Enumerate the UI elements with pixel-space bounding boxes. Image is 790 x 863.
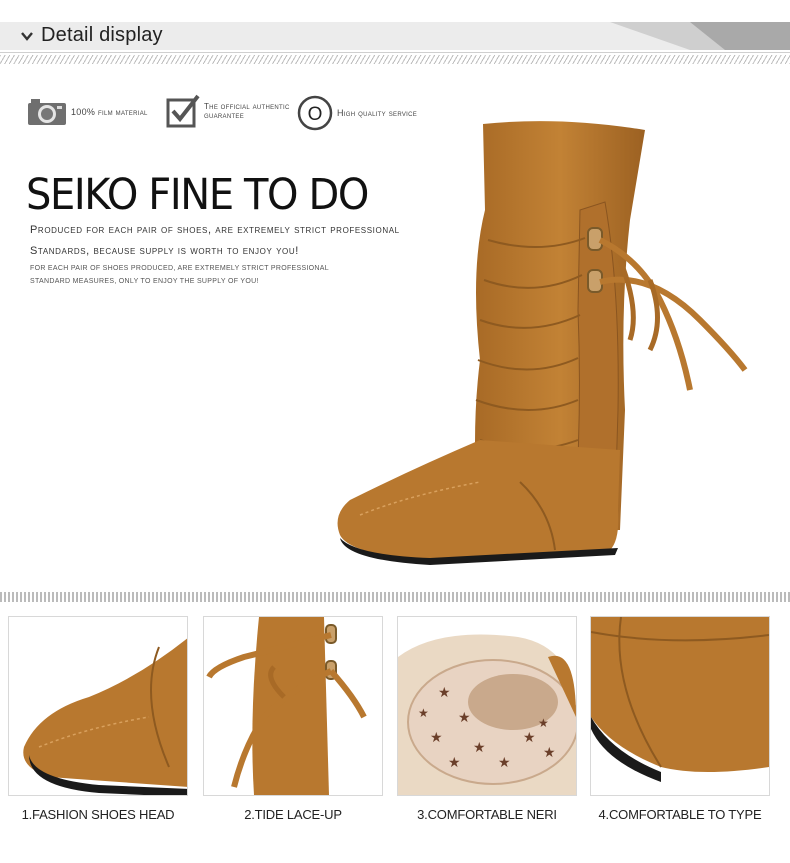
section-title: Detail display — [41, 24, 163, 46]
svg-text:★: ★ — [538, 716, 549, 730]
detail-image-sole — [590, 616, 770, 796]
detail-caption: 2.TIDE LACE-UP — [244, 807, 342, 822]
detail-caption: 1.FASHION SHOES HEAD — [21, 807, 175, 822]
svg-text:★: ★ — [430, 729, 443, 745]
badge-authentic-guarantee: The official authentic guarantee — [166, 94, 300, 128]
badge-text: 100% film material — [71, 106, 148, 117]
camera-icon — [28, 99, 66, 125]
small-text-line-1: for each pair of shoes produced, are ext… — [30, 265, 329, 272]
svg-text:★: ★ — [498, 754, 511, 770]
svg-text:★: ★ — [523, 729, 536, 745]
svg-text:★: ★ — [448, 754, 461, 770]
hatched-divider — [0, 55, 790, 64]
detail-caption: 3.COMFORTABLE NERI — [417, 807, 557, 822]
detail-image-toe — [8, 616, 188, 796]
detail-image-lining: ★ ★ ★ ★ ★ ★ ★ ★ ★ ★ — [397, 616, 577, 796]
svg-text:★: ★ — [438, 684, 451, 700]
section-header: Detail display — [0, 22, 790, 50]
dotted-divider — [0, 592, 790, 602]
divider-line — [0, 52, 790, 53]
checkbox-icon — [166, 94, 200, 128]
headline: SEIKO FINE TO DO — [26, 170, 369, 220]
header-decoration — [610, 22, 790, 50]
svg-text:★: ★ — [473, 739, 486, 755]
subtitle-line-2: Standards, because supply is worth to en… — [30, 245, 299, 257]
small-text-line-2: standard measures, only to enjoy the sup… — [30, 278, 259, 285]
svg-text:★: ★ — [543, 744, 556, 760]
svg-text:★: ★ — [418, 706, 429, 720]
chevron-down-icon — [21, 32, 33, 41]
detail-image-laces — [203, 616, 383, 796]
svg-text:★: ★ — [458, 709, 471, 725]
detail-caption: 4.COMFORTABLE TO TYPE — [598, 807, 762, 822]
badge-film-material: 100% film material — [27, 98, 148, 126]
boot-product-image — [337, 121, 748, 565]
badge-text: The official authentic guarantee — [204, 102, 290, 120]
